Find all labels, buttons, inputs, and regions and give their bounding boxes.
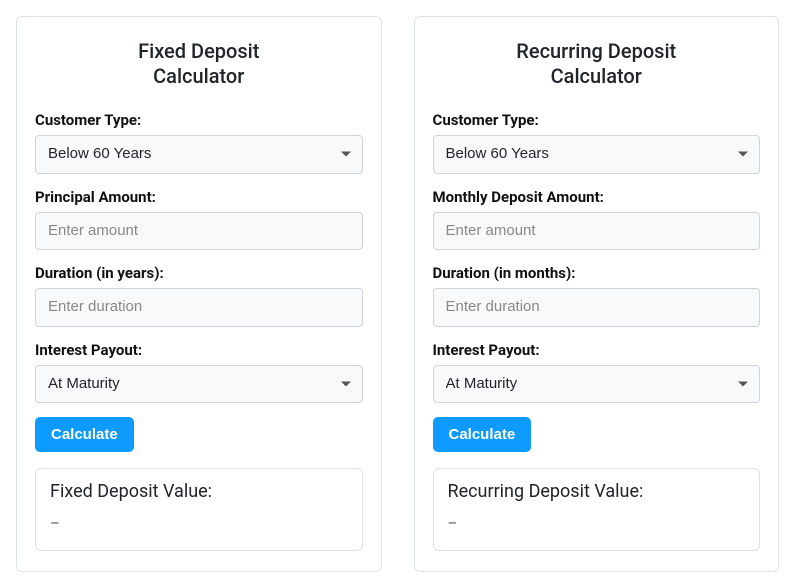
fd-duration-input[interactable] bbox=[35, 288, 363, 327]
rd-duration-label: Duration (in months): bbox=[433, 264, 761, 282]
fd-principal-input[interactable] bbox=[35, 212, 363, 251]
fd-title-line1: Fixed Deposit bbox=[138, 39, 259, 63]
fd-title: Fixed Deposit Calculator bbox=[35, 39, 363, 89]
rd-title-line1: Recurring Deposit bbox=[516, 39, 676, 63]
rd-monthly-input[interactable] bbox=[433, 212, 761, 251]
calculator-row: Fixed Deposit Calculator Customer Type: … bbox=[16, 16, 779, 572]
rd-payout-label: Interest Payout: bbox=[433, 341, 761, 359]
rd-title-line2: Calculator bbox=[551, 64, 642, 88]
rd-payout-select[interactable]: At Maturity bbox=[433, 365, 761, 404]
fd-principal-label: Principal Amount: bbox=[35, 188, 363, 206]
fd-customer-type-label: Customer Type: bbox=[35, 111, 363, 129]
rd-duration-input[interactable] bbox=[433, 288, 761, 327]
fd-payout-label: Interest Payout: bbox=[35, 341, 363, 359]
rd-result-title: Recurring Deposit Value: bbox=[448, 481, 746, 502]
rd-result-box: Recurring Deposit Value: – bbox=[433, 468, 761, 551]
recurring-deposit-card: Recurring Deposit Calculator Customer Ty… bbox=[414, 16, 780, 572]
fd-result-title: Fixed Deposit Value: bbox=[50, 481, 348, 502]
rd-calculate-button[interactable]: Calculate bbox=[433, 417, 532, 452]
rd-customer-type-label: Customer Type: bbox=[433, 111, 761, 129]
rd-result-value: – bbox=[448, 514, 746, 532]
fd-duration-label: Duration (in years): bbox=[35, 264, 363, 282]
fd-title-line2: Calculator bbox=[153, 64, 244, 88]
rd-title: Recurring Deposit Calculator bbox=[433, 39, 761, 89]
fd-result-value: – bbox=[50, 514, 348, 532]
fd-customer-type-select[interactable]: Below 60 Years bbox=[35, 135, 363, 174]
fd-payout-select[interactable]: At Maturity bbox=[35, 365, 363, 404]
rd-monthly-label: Monthly Deposit Amount: bbox=[433, 188, 761, 206]
rd-customer-type-select[interactable]: Below 60 Years bbox=[433, 135, 761, 174]
fd-result-box: Fixed Deposit Value: – bbox=[35, 468, 363, 551]
fixed-deposit-card: Fixed Deposit Calculator Customer Type: … bbox=[16, 16, 382, 572]
fd-calculate-button[interactable]: Calculate bbox=[35, 417, 134, 452]
